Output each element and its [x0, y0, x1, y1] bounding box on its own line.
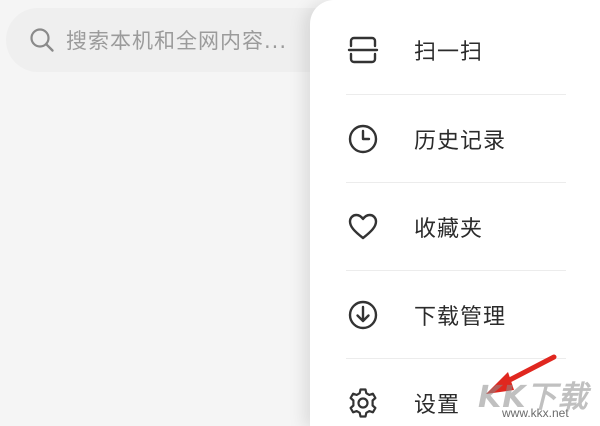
heart-icon — [348, 213, 378, 240]
scan-icon — [347, 36, 379, 64]
search-icon — [30, 28, 54, 52]
watermark-site: www.kkx.net — [502, 406, 569, 420]
menu-item-label: 收藏夹 — [414, 217, 484, 242]
overflow-menu: 扫一扫 历史记录 收藏夹 下载管理 设置 — [310, 0, 600, 426]
download-icon — [348, 300, 378, 330]
watermark-logo: KK下载 www.kkx.net — [478, 372, 598, 424]
menu-item-label: 下载管理 — [414, 305, 507, 330]
menu-item-label: 设置 — [414, 393, 461, 418]
menu-item-downloads[interactable]: 下载管理 — [310, 271, 600, 359]
search-bar[interactable]: 搜索本机和全网内容... — [6, 8, 346, 72]
clock-icon — [348, 124, 378, 154]
menu-item-history[interactable]: 历史记录 — [310, 95, 600, 183]
search-placeholder: 搜索本机和全网内容... — [66, 29, 288, 53]
menu-item-label: 历史记录 — [414, 129, 507, 154]
menu-item-scan[interactable]: 扫一扫 — [310, 6, 600, 94]
menu-item-favorites[interactable]: 收藏夹 — [310, 183, 600, 271]
menu-item-label: 扫一扫 — [414, 40, 484, 65]
gear-icon — [349, 388, 377, 418]
